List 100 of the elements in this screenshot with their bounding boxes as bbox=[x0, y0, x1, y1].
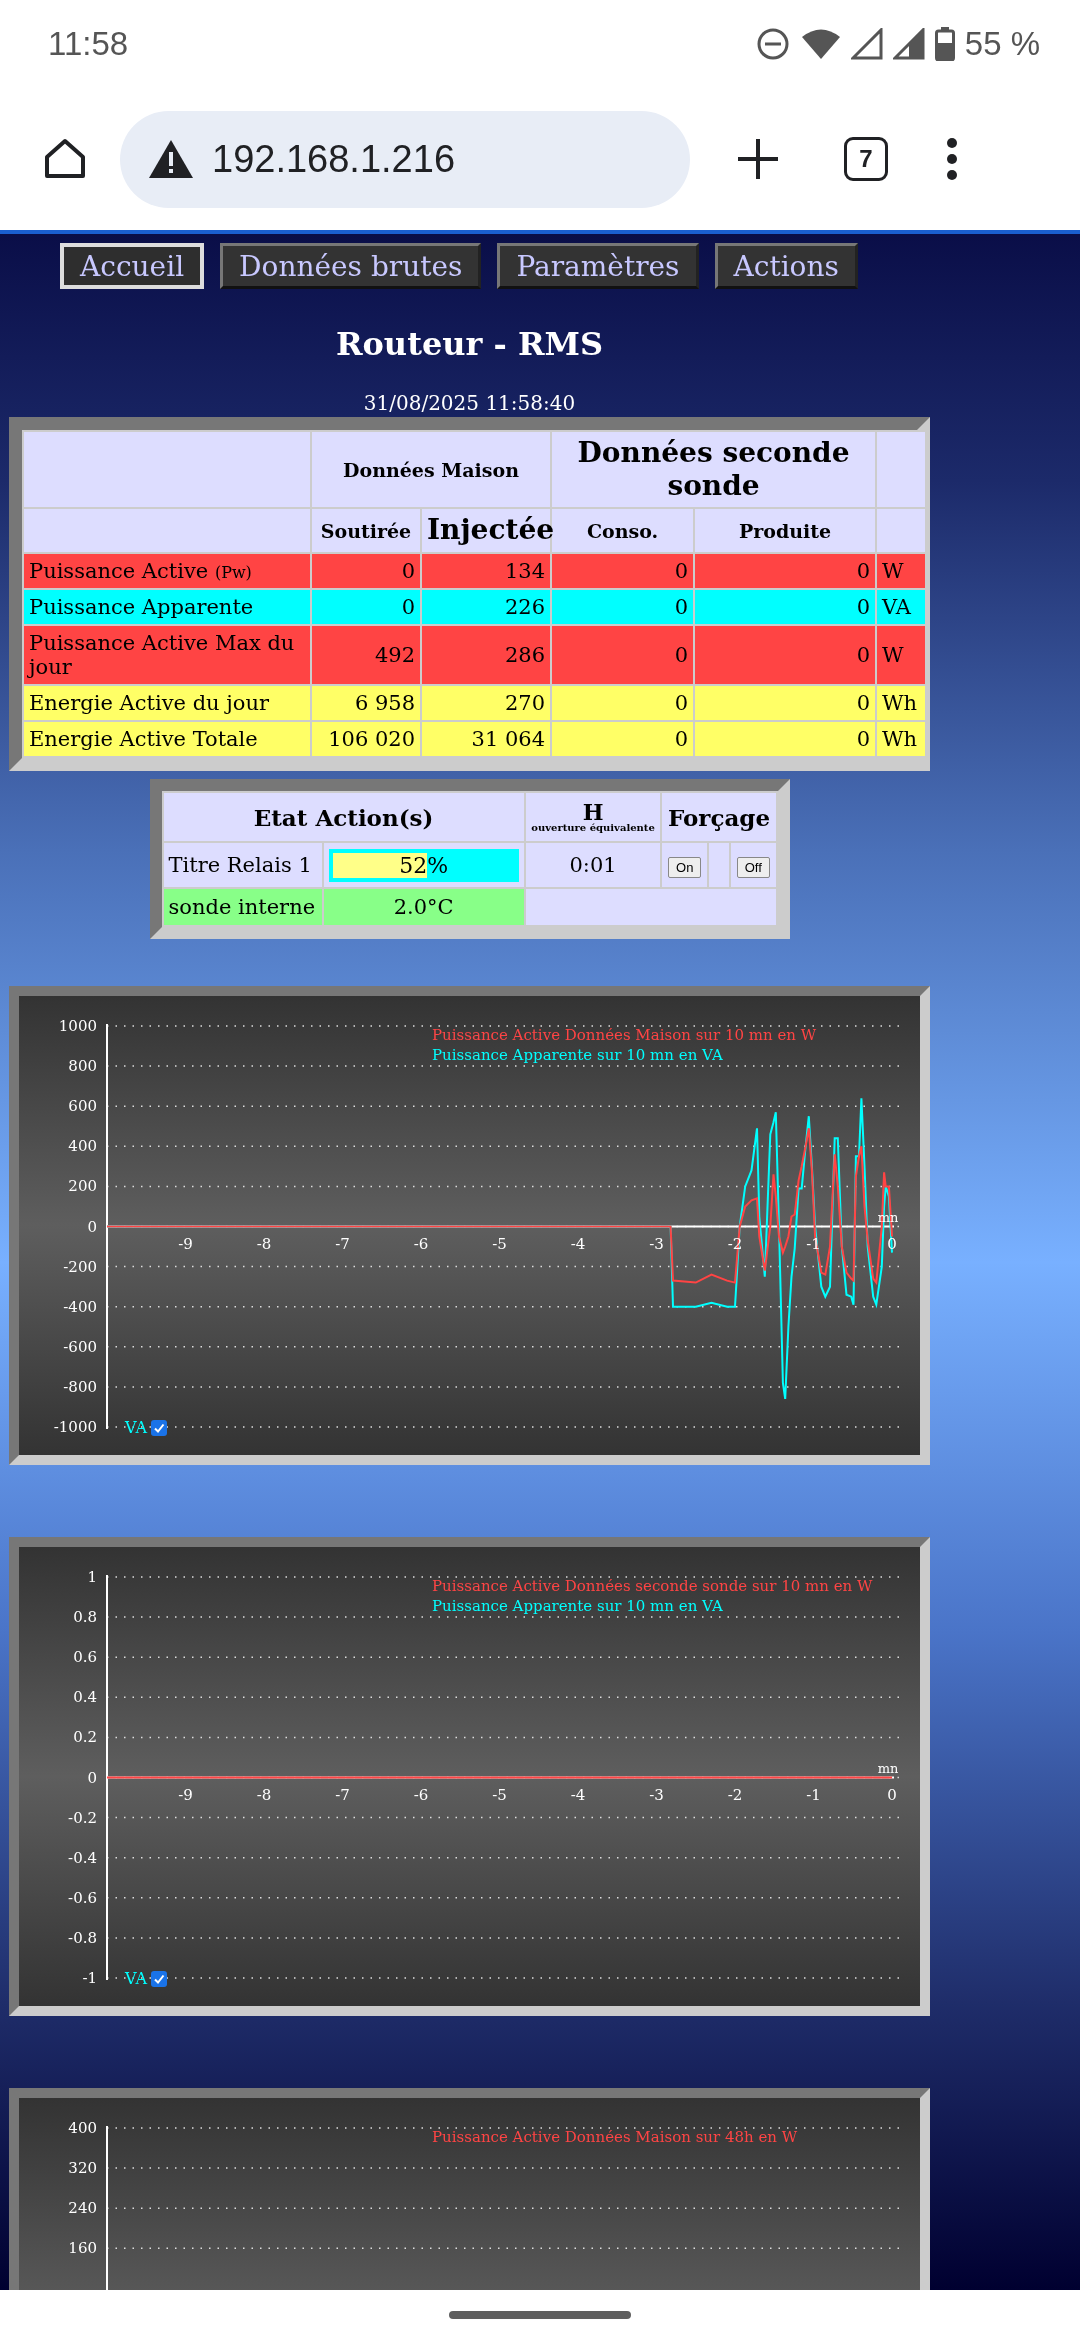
axis-tick-label: -3 bbox=[649, 1234, 664, 1253]
table-cell: 270 bbox=[422, 686, 550, 720]
axis-tick-label: 400 bbox=[68, 2119, 97, 2137]
relay-label: Titre Relais 1 bbox=[163, 843, 322, 887]
axis-tick-label: -8 bbox=[256, 1234, 272, 1253]
wifi-icon bbox=[800, 28, 841, 60]
checkbox[interactable] bbox=[151, 1970, 168, 1987]
legend-label: Puissance Apparente sur 10 mn en VA bbox=[432, 1046, 723, 1064]
axis-tick-label: 0.8 bbox=[73, 1608, 97, 1627]
legend-label: Puissance Active Données Maison sur 10 mn en W bbox=[432, 1026, 817, 1044]
column-header: Soutirée bbox=[312, 509, 420, 552]
axis-tick-label: -5 bbox=[492, 1234, 507, 1253]
unit-cell: Wh bbox=[877, 686, 925, 720]
table-header: Forçage bbox=[662, 793, 776, 841]
unit-cell: W bbox=[877, 554, 925, 588]
url-field[interactable]: 192.168.1.216 bbox=[120, 110, 690, 208]
table-cell: 226 bbox=[422, 590, 550, 624]
row-label: Energie Active du jour bbox=[24, 686, 310, 720]
legend-label: Puissance Active Données Maison sur 48h en W bbox=[432, 2128, 798, 2146]
table-cell: 0:01 bbox=[525, 843, 661, 887]
tab-count-button[interactable]: 7 bbox=[844, 137, 888, 181]
gesture-handle[interactable] bbox=[449, 2311, 631, 2319]
legend-label: Puissance Apparente sur 10 mn en VA bbox=[432, 1597, 723, 1615]
unit-cell: Wh bbox=[877, 722, 925, 756]
axis-tick-label: -5 bbox=[492, 1785, 507, 1804]
axis-tick-label: -1000 bbox=[53, 1418, 97, 1436]
axis-tick-label: -6 bbox=[413, 1785, 429, 1804]
axis-tick-label: 600 bbox=[68, 1097, 97, 1116]
table-cell: 6 958 bbox=[312, 686, 420, 720]
row-label: Puissance Active (Pw) bbox=[24, 554, 310, 588]
table-cell: 0 bbox=[552, 554, 693, 588]
axis-tick-label: 0.2 bbox=[73, 1728, 97, 1747]
signal-icon bbox=[850, 28, 883, 60]
toggle-label: VA bbox=[125, 1969, 148, 1988]
axis-tick-label: -2 bbox=[727, 1785, 743, 1804]
battery-level: 55 % bbox=[964, 25, 1040, 63]
table-header: H ouverture équivalente bbox=[525, 793, 661, 841]
table-cell: 0 bbox=[695, 554, 875, 588]
axis-tick-label: 320 bbox=[68, 2159, 97, 2178]
table-cell: 0 bbox=[312, 590, 420, 624]
column-header: Produite bbox=[695, 509, 875, 552]
axis-tick-label: 0.6 bbox=[73, 1648, 97, 1667]
table-header bbox=[877, 509, 925, 552]
axis-tick-label: -3 bbox=[649, 1785, 664, 1804]
nav-tab[interactable]: Actions bbox=[714, 243, 858, 289]
axis-tick-label: 200 bbox=[68, 1177, 97, 1196]
table-cell: 0 bbox=[552, 686, 693, 720]
axis-tick-label: -9 bbox=[178, 1785, 193, 1804]
axis-tick-label: -7 bbox=[335, 1234, 350, 1253]
axis-tick-label: 0 bbox=[87, 1217, 97, 1236]
axis-tick-label: -0.6 bbox=[68, 1888, 97, 1907]
axis-tick-label: -7 bbox=[335, 1785, 350, 1804]
axis-tick-label: -1 bbox=[806, 1785, 821, 1804]
nav-tab[interactable]: Données brutes bbox=[220, 243, 482, 289]
battery-icon bbox=[934, 27, 955, 61]
axis-tick-label: -600 bbox=[63, 1337, 97, 1356]
toggle-label: VA bbox=[125, 1418, 148, 1437]
table-cell: 134 bbox=[422, 554, 550, 588]
axis-tick-label: 1 bbox=[87, 1568, 97, 1586]
axis-tick-label: -800 bbox=[63, 1377, 97, 1396]
column-header: Conso. bbox=[552, 509, 693, 552]
unit-cell: W bbox=[877, 626, 925, 684]
checkbox[interactable] bbox=[151, 1419, 168, 1436]
row-label: Puissance Apparente bbox=[24, 590, 310, 624]
status-time: 11:58 bbox=[48, 25, 129, 63]
axis-tick-label: -400 bbox=[63, 1297, 97, 1316]
on-button[interactable]: On bbox=[668, 856, 702, 878]
legend-label: Puissance Active Données seconde sonde sur 10 mn en W bbox=[432, 1577, 873, 1595]
signal-icon bbox=[892, 28, 925, 60]
nav-tab[interactable]: Accueil bbox=[60, 243, 205, 289]
axis-tick-label: -8 bbox=[256, 1785, 272, 1804]
axis-label: mn bbox=[877, 1760, 899, 1776]
axis-tick-label: 0 bbox=[87, 1768, 97, 1787]
axis-tick-label: -200 bbox=[63, 1257, 97, 1276]
table-header: Etat Action(s) bbox=[163, 793, 524, 841]
row-label: Energie Active Totale bbox=[24, 722, 310, 756]
nav-tab[interactable]: Paramètres bbox=[497, 243, 699, 289]
table-cell: 0 bbox=[552, 722, 693, 756]
table-cell: 2.0°C bbox=[323, 889, 524, 925]
unit-cell: VA bbox=[877, 590, 925, 624]
axis-tick-label: 400 bbox=[68, 1137, 97, 1156]
warning-icon bbox=[148, 139, 194, 179]
off-button[interactable]: Off bbox=[736, 856, 770, 878]
group-header: Données Maison bbox=[312, 432, 550, 507]
table-cell: 0 bbox=[695, 590, 875, 624]
table-cell: 31 064 bbox=[422, 722, 550, 756]
axis-tick-label: -0.8 bbox=[68, 1928, 97, 1947]
axis-tick-label: -9 bbox=[178, 1234, 193, 1253]
sensor-label: sonde interne bbox=[163, 889, 322, 925]
table-cell: 0 bbox=[312, 554, 420, 588]
axis-tick-label: -4 bbox=[570, 1234, 586, 1253]
row-label: Puissance Active Max du jour bbox=[24, 626, 310, 684]
axis-tick-label: 0.4 bbox=[73, 1688, 97, 1707]
table-cell: 0 bbox=[695, 626, 875, 684]
group-header: Données seconde sonde bbox=[552, 432, 875, 507]
axis-tick-label: -1 bbox=[82, 1969, 97, 1987]
table-cell: 0 bbox=[695, 686, 875, 720]
axis-tick-label: 0 bbox=[887, 1785, 897, 1804]
table-cell: 286 bbox=[422, 626, 550, 684]
timestamp: 31/08/2025 11:58:40 bbox=[363, 391, 576, 415]
